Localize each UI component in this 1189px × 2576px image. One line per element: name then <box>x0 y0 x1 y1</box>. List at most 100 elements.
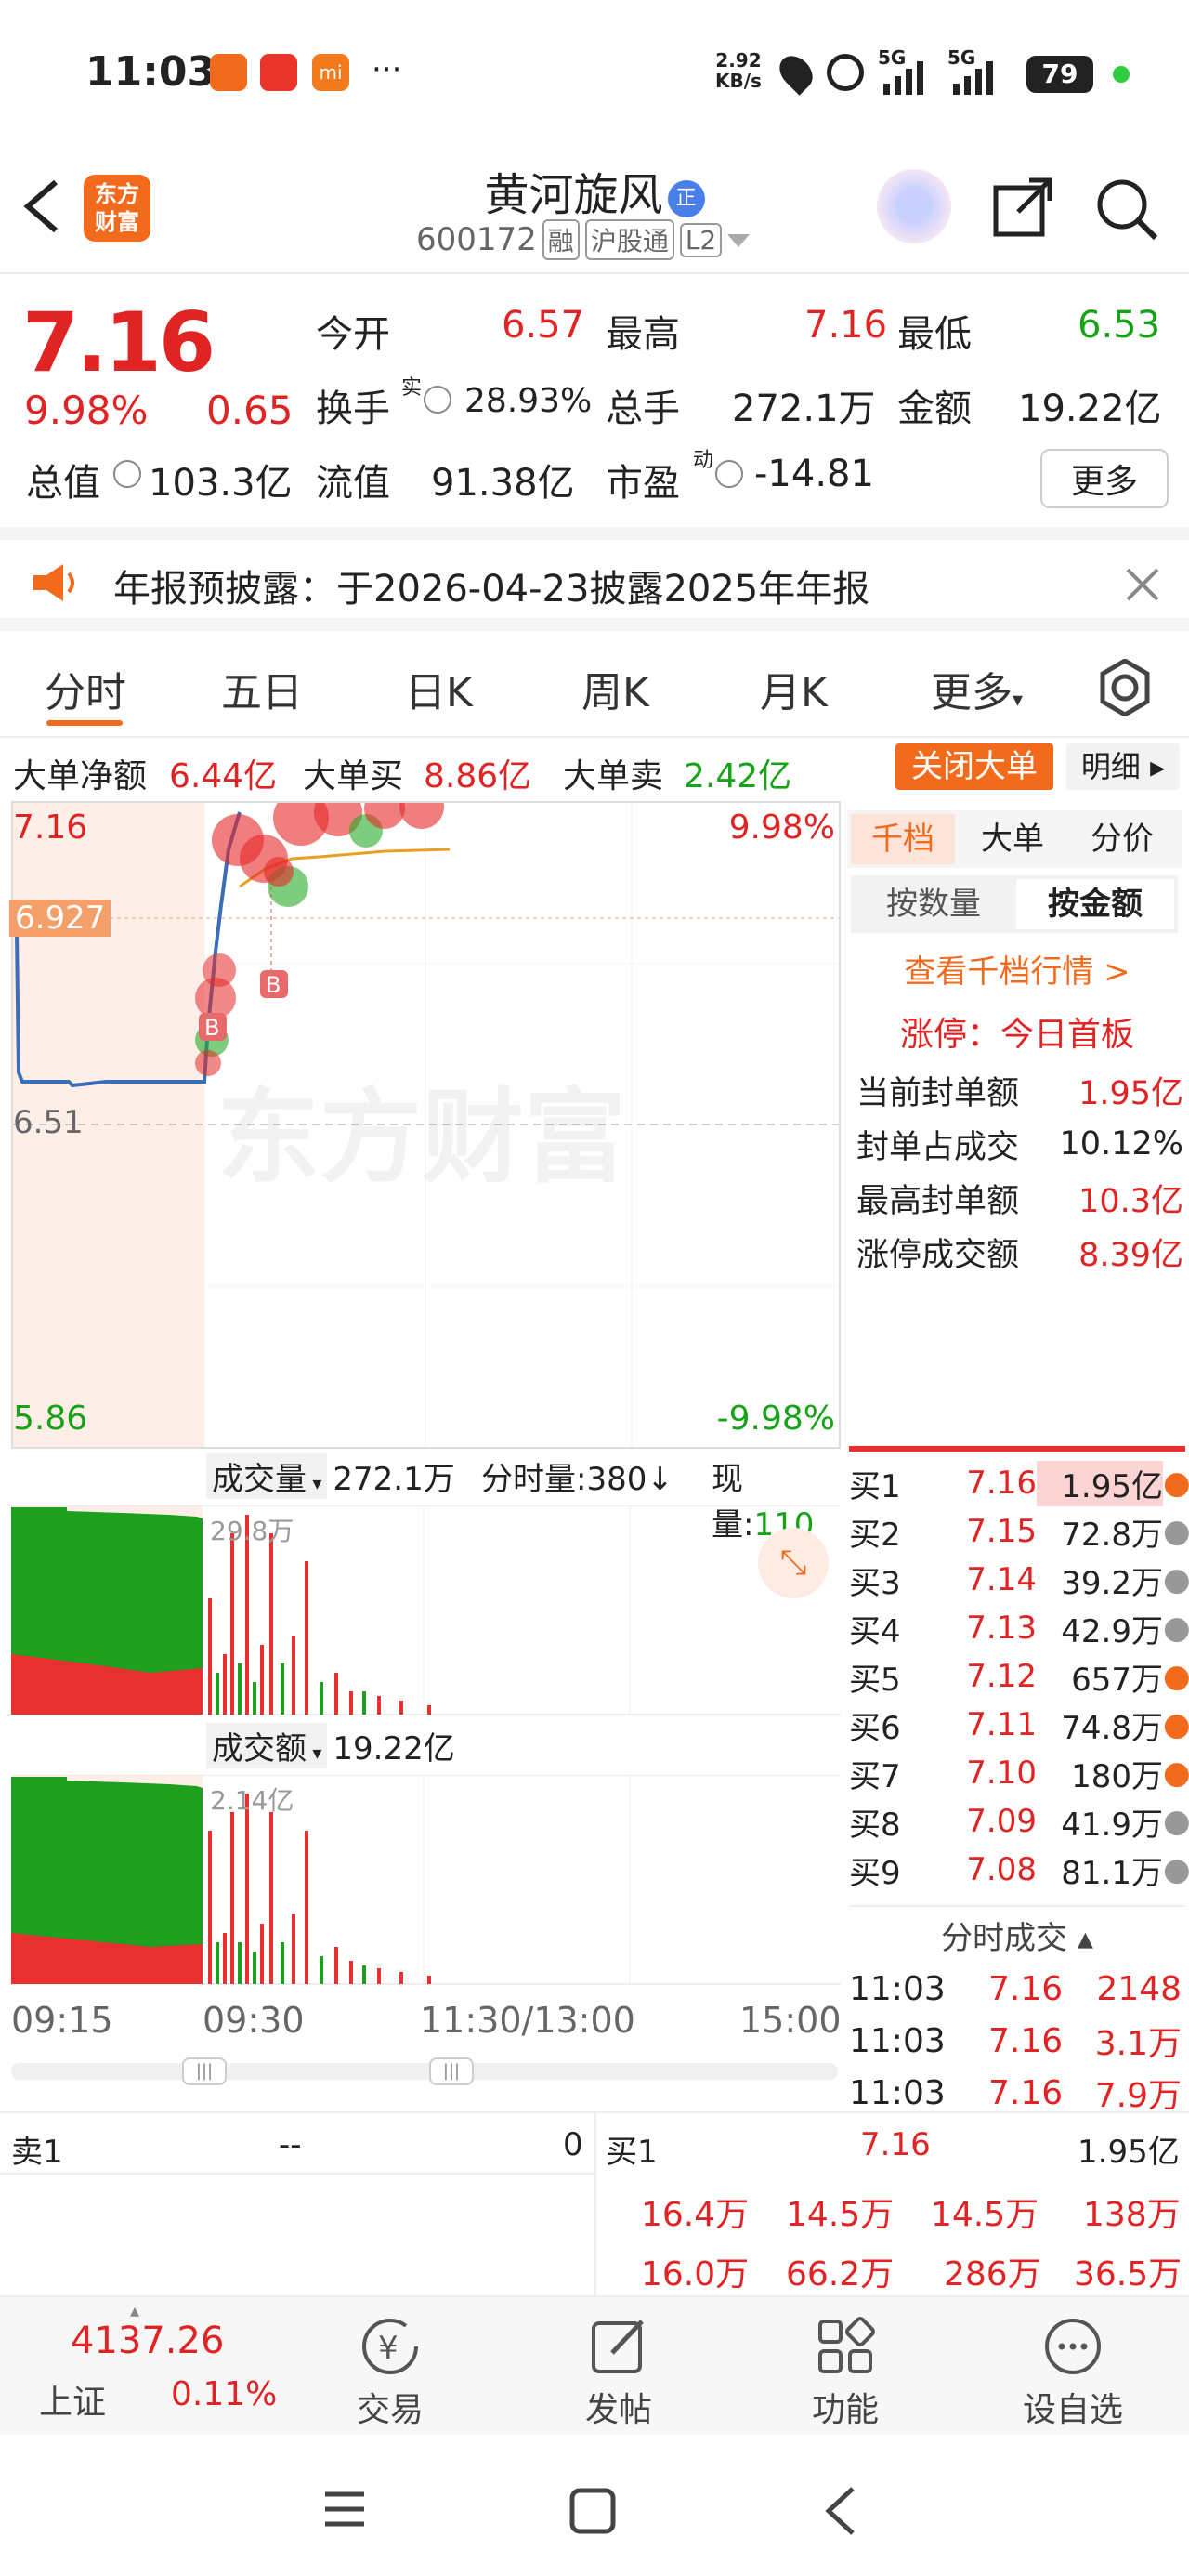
time-label-noon: 11:30/13:00 <box>420 2000 635 2041</box>
range-handle-right[interactable]: ||| <box>429 2057 474 2085</box>
back-nav-icon[interactable] <box>821 2485 858 2537</box>
sell1-label: 卖1 <box>11 2134 63 2171</box>
amount-selector[interactable]: 成交额 ▾ <box>206 1723 328 1768</box>
mktcap-value: 103.3亿 <box>149 462 293 505</box>
home-icon[interactable] <box>568 2487 617 2535</box>
big-order-bubbles <box>195 803 444 1076</box>
mode-by-quantity[interactable]: 按数量 <box>855 879 1013 929</box>
status-bar: 11:03 mi ··· 2.92 KB/s 5G 5G 79 <box>0 0 1189 139</box>
tab-price-dist[interactable]: 分价 <box>1070 814 1174 864</box>
buy-level-row[interactable]: 买2 7.15 72.8万 ● <box>849 1507 1189 1556</box>
tab-level-thousand[interactable]: 千档 <box>851 814 955 864</box>
tab-5day[interactable]: 五日 <box>221 659 303 718</box>
grid-icon <box>818 2317 875 2373</box>
view-levels-link[interactable]: 查看千档行情 > <box>845 946 1189 992</box>
nav-add-watchlist[interactable]: 设自选 <box>1013 2314 1133 2431</box>
tab-daily-k[interactable]: 日K <box>405 659 473 718</box>
chevron-down-icon <box>727 234 751 247</box>
watermark: 东方财富 <box>217 1078 626 1197</box>
buy-level-row[interactable]: 买1 7.16 1.95亿 ● <box>849 1459 1189 1507</box>
tab-monthly-k[interactable]: 月K <box>760 659 828 718</box>
time-label-open: 09:15 <box>11 2000 113 2041</box>
volume-max-label: 29.8万 <box>210 1516 294 1546</box>
intraday-chart[interactable]: B B 东方财富 7.16 9.98% 6.927 6.51 5.86 -9.9… <box>9 801 841 1449</box>
pe-sup: 动 <box>693 449 714 472</box>
system-nav <box>0 2435 1189 2576</box>
nav-trade[interactable]: ¥ 交易 <box>344 2314 437 2431</box>
close-icon[interactable] <box>1124 566 1161 603</box>
buy-level-row[interactable]: 买4 7.13 42.9万 ● <box>849 1604 1189 1652</box>
buy-level-row[interactable]: 买7 7.10 180万 ● <box>849 1749 1189 1797</box>
mktcap-info-icon[interactable] <box>113 460 141 488</box>
range-handle-left[interactable]: ||| <box>182 2057 227 2085</box>
open-value: 6.57 <box>502 304 585 347</box>
buy-levels: 买1 7.16 1.95亿 ● 买2 7.15 72.8万 ● 买3 7.14 39.2万 ● 买… <box>849 1459 1189 1894</box>
volume-selector[interactable]: 成交量 ▾ <box>206 1453 328 1499</box>
buy-level-row[interactable]: 买5 7.12 657万 ● <box>849 1652 1189 1701</box>
trades-title[interactable]: 分时成交 ▴ <box>845 1912 1189 1958</box>
clock: 11:03 <box>85 48 216 96</box>
buy-level-row[interactable]: 买3 7.14 39.2万 ● <box>849 1556 1189 1604</box>
search-icon[interactable] <box>1094 177 1159 242</box>
buy1-price: 7.16 <box>860 2126 931 2163</box>
time-label-0930: 09:30 <box>203 2000 305 2041</box>
bottom-price-label: 5.86 <box>13 1400 88 1438</box>
index-pct: 0.11% <box>171 2375 278 2413</box>
buy-marker-b-2: B <box>204 1015 219 1041</box>
more-button[interactable]: 更多 <box>1040 449 1169 508</box>
limit-stats: 当前封单额 1.95亿 封单占成交 10.12% 最高封单额 10.3亿 涨停成交额 8… <box>856 1063 1183 1279</box>
detail-button[interactable]: 明细 ▸ <box>1066 743 1180 790</box>
buy-level-row[interactable]: 买8 7.09 41.9万 ● <box>849 1797 1189 1846</box>
stat-row: 当前封单额 1.95亿 <box>856 1074 1183 1112</box>
connect-tag: 沪股通 <box>584 219 674 260</box>
mode-by-amount[interactable]: 按金额 <box>1016 879 1174 929</box>
tab-weekly-k[interactable]: 周K <box>581 659 649 718</box>
base-price-label: 6.51 <box>13 1104 84 1141</box>
index-ticker[interactable]: ▴ 4137.26 上证 0.11% <box>0 2297 279 2437</box>
range-scrollbar[interactable] <box>11 2063 838 2080</box>
alarm-icon <box>827 54 864 91</box>
net-speed: 2.92 KB/s <box>715 49 762 92</box>
mi-notify-icon: mi <box>312 54 349 91</box>
buy1-label: 买1 <box>606 2134 658 2171</box>
high-value: 7.16 <box>804 304 888 347</box>
info-icon[interactable] <box>424 386 451 414</box>
tab-intraday[interactable]: 分时 <box>45 659 126 718</box>
high-label: 最高 <box>606 313 680 356</box>
volume-value: 272.1万 <box>732 388 876 430</box>
menu-icon[interactable] <box>321 2489 368 2530</box>
trade-list: 11:03 7.16 2148 11:03 7.16 3.1万 11:03 7.16 7.9… <box>849 1963 1185 2119</box>
queue-item: 36.5万 <box>1074 2255 1182 2293</box>
nav-functions[interactable]: 功能 <box>799 2314 892 2431</box>
queue-item: 66.2万 <box>786 2255 895 2293</box>
close-bigorder-button[interactable]: 关闭大单 <box>895 743 1053 790</box>
battery-icon: 79 <box>1026 56 1093 93</box>
amount-value: 19.22亿 <box>1018 388 1162 430</box>
gear-icon[interactable] <box>1096 659 1154 716</box>
stock-header: 东方 财富 黄河旋风 正 600172 融 沪股通 L2 <box>0 139 1189 274</box>
stock-code: 600172 <box>416 221 537 258</box>
tab-big-order[interactable]: 大单 <box>960 814 1065 864</box>
notice-bar[interactable]: 年报预披露：于2026-04-23披露2025年年报 <box>0 527 1189 631</box>
buy-level-row[interactable]: 买9 7.08 81.1万 ● <box>849 1846 1189 1894</box>
share-icon[interactable] <box>990 175 1055 240</box>
queue-item: 14.5万 <box>786 2196 895 2234</box>
index-value: 4137.26 <box>71 2320 225 2362</box>
float-label: 流值 <box>316 462 390 505</box>
nav-post[interactable]: 发帖 <box>572 2314 665 2431</box>
ai-assistant-icon[interactable] <box>877 169 951 243</box>
amount-label: 金额 <box>897 388 972 430</box>
current-price: 7.16 <box>22 295 216 390</box>
expand-icon[interactable]: ⤡ <box>758 1528 829 1598</box>
queue-item: 286万 <box>944 2255 1041 2293</box>
pe-info-icon[interactable] <box>715 460 743 488</box>
tab-more[interactable]: 更多▾ <box>931 659 1023 718</box>
top-price-label: 7.16 <box>13 808 88 847</box>
amount-bars <box>11 1775 841 1985</box>
level-tag: L2 <box>679 222 723 257</box>
stock-code-row[interactable]: 600172 融 沪股通 L2 <box>416 219 751 260</box>
buy-level-row[interactable]: 买6 7.11 74.8万 ● <box>849 1701 1189 1749</box>
sell-label: 大单卖 <box>563 757 664 795</box>
time-label-close: 15:00 <box>739 2000 842 2041</box>
queue-item: 16.0万 <box>641 2255 750 2293</box>
